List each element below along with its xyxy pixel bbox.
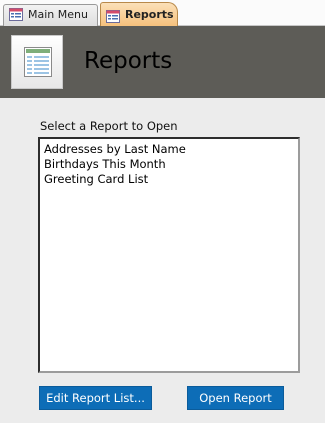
report-icon [11, 35, 63, 89]
tab-main-menu[interactable]: Main Menu [3, 4, 98, 26]
list-item[interactable]: Greeting Card List [44, 172, 298, 187]
tab-reports-label: Reports [125, 8, 174, 21]
report-list-label: Select a Report to Open [40, 119, 178, 133]
tab-strip: Main Menu Reports [0, 0, 325, 27]
list-item[interactable]: Addresses by Last Name [44, 142, 298, 157]
reports-window: Main Menu Reports Reports Select a Repor… [0, 0, 325, 423]
tab-reports[interactable]: Reports [100, 2, 178, 27]
report-list-box[interactable]: Addresses by Last Name Birthdays This Mo… [38, 137, 300, 373]
form-header: Reports [0, 26, 325, 98]
edit-report-list-button[interactable]: Edit Report List... [39, 386, 152, 410]
form-icon [106, 8, 120, 23]
tab-main-menu-label: Main Menu [28, 8, 88, 21]
open-report-button[interactable]: Open Report [187, 386, 284, 410]
list-item[interactable]: Birthdays This Month [44, 157, 298, 172]
form-icon [9, 8, 23, 21]
page-title: Reports [84, 48, 173, 74]
